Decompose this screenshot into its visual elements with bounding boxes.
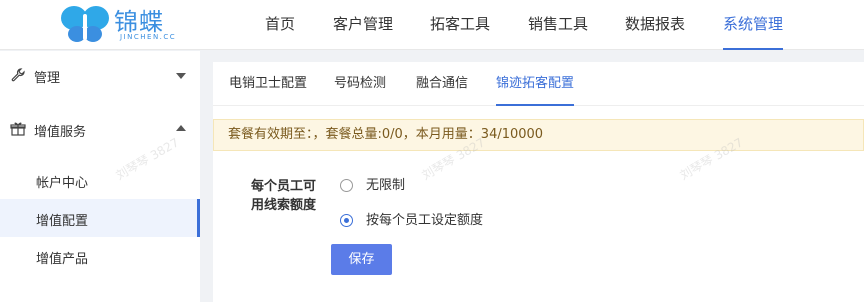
sidebar-item-value-added-products[interactable]: 增值产品	[0, 237, 200, 275]
logo-text: 锦蝶	[114, 8, 164, 36]
nav-home[interactable]: 首页	[265, 0, 295, 50]
chevron-down-icon	[176, 73, 186, 79]
tab-jinji-prospecting-config[interactable]: 锦迹拓客配置	[496, 62, 575, 106]
lead-quota-label: 每个员工可 用线索额度	[251, 177, 323, 215]
sidebar-group-label: 管理	[34, 71, 61, 86]
sidebar-group-value-added[interactable]: 增值服务	[0, 117, 200, 141]
butterfly-logo-icon	[61, 6, 109, 42]
sidebar-group-label: 增值服务	[34, 125, 87, 140]
radio-unlimited[interactable]	[340, 179, 353, 192]
wrench-icon	[11, 68, 25, 82]
sidebar: 管理 增值服务 帐户中心 增值配置 增值产品	[0, 51, 200, 302]
nav-customer-management[interactable]: 客户管理	[333, 0, 393, 50]
chevron-up-icon	[176, 125, 186, 131]
sidebar-item-account-center[interactable]: 帐户中心	[0, 161, 200, 199]
radio-label: 按每个员工设定额度	[366, 213, 484, 228]
lead-quota-label-line2: 用线索额度	[251, 198, 317, 213]
sidebar-item-label: 帐户中心	[36, 176, 89, 191]
package-notice: 套餐有效期至：，套餐总量:0/0，本月用量：34/10000	[213, 119, 864, 151]
nav-system-management[interactable]: 系统管理	[723, 0, 784, 50]
lead-quota-label-line1: 每个员工可	[251, 179, 317, 194]
sidebar-item-label: 增值产品	[36, 252, 89, 267]
nav-prospecting-tools[interactable]: 拓客工具	[430, 0, 490, 50]
tab-telesales-guard-config[interactable]: 电销卫士配置	[229, 62, 307, 106]
sidebar-item-label: 增值配置	[36, 214, 89, 229]
brand-logo[interactable]: 锦蝶 JINCHEN.CC	[60, 2, 200, 46]
radio-per-employee[interactable]	[340, 214, 353, 227]
gift-icon	[10, 122, 26, 136]
top-navigation-bar: 锦蝶 JINCHEN.CC 首页 客户管理 拓客工具 销售工具 数据报表 系统管…	[0, 0, 864, 50]
logo-subtext: JINCHEN.CC	[120, 33, 177, 41]
sidebar-item-value-added-config[interactable]: 增值配置	[0, 199, 200, 237]
tab-bar: 电销卫士配置 号码检测 融合通信 锦迹拓客配置	[213, 62, 864, 106]
radio-label: 无限制	[366, 178, 406, 193]
sidebar-group-management[interactable]: 管理	[0, 63, 200, 87]
tab-unified-communication[interactable]: 融合通信	[416, 62, 468, 106]
nav-sales-tools[interactable]: 销售工具	[528, 0, 588, 50]
nav-data-reports[interactable]: 数据报表	[625, 0, 685, 50]
main-content: 电销卫士配置 号码检测 融合通信 锦迹拓客配置 套餐有效期至：，套餐总量:0/0…	[213, 62, 864, 302]
save-button[interactable]: 保存	[331, 244, 392, 275]
tab-number-check[interactable]: 号码检测	[334, 62, 386, 106]
